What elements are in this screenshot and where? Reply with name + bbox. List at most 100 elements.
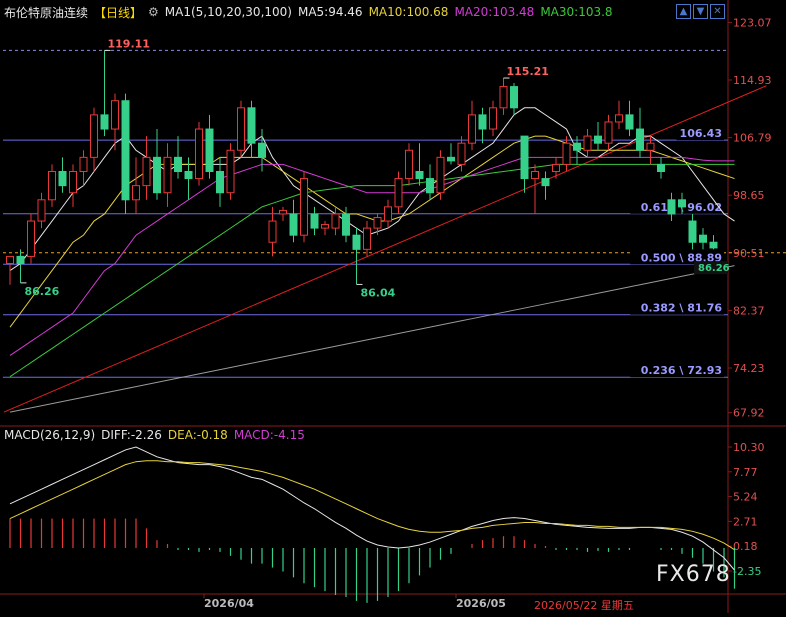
candle-body <box>16 255 25 264</box>
candle-body <box>205 128 214 172</box>
macd-settings-label[interactable]: MACD(26,12,9) <box>4 428 95 442</box>
candle <box>121 93 130 214</box>
close-icon[interactable]: ✕ <box>710 4 725 19</box>
y-tick-label: 106.79 <box>733 132 772 145</box>
macd-header: MACD(26,12,9) DIFF:-2.26 DEA:-0.18 MACD:… <box>4 428 311 442</box>
candle-body <box>279 209 287 215</box>
x-label-may: 2026/05 <box>456 597 506 610</box>
candle-body <box>100 114 109 130</box>
candle-body <box>6 255 14 264</box>
candle-body <box>604 121 613 144</box>
candle <box>195 121 203 186</box>
candle-body <box>132 185 140 201</box>
chart-stage[interactable]: 123.07 114.93 106.79 98.65 90.51 82.37 74.23 67… <box>0 0 786 613</box>
y-tick-label: 114.93 <box>733 74 772 87</box>
chart-canvas[interactable]: 123.07114.93106.7998.6590.5182.3774.2367… <box>0 0 786 613</box>
candle-body <box>394 178 403 208</box>
candle-body <box>58 170 67 187</box>
candle-body <box>174 156 182 172</box>
candle-body <box>636 128 644 151</box>
macd-y-tick-label: 10.30 <box>733 441 765 454</box>
candle-body <box>310 213 319 229</box>
macd-y-tick-label: 0.18 <box>733 540 758 553</box>
current-date-label: 2026/05/22 星期五 <box>534 599 634 612</box>
chevron-down-icon[interactable]: ▼ <box>693 4 708 19</box>
y-tick-label: 67.92 <box>733 407 765 420</box>
candle-body <box>657 163 665 172</box>
candle-body <box>499 86 508 109</box>
gear-icon[interactable]: ⚙ <box>148 5 159 19</box>
candle-body <box>237 107 245 151</box>
candle-body <box>436 156 445 194</box>
candle-body <box>478 114 487 130</box>
candle-body <box>447 156 455 162</box>
ma20-value: MA20:103.48 <box>454 5 535 19</box>
ma5-value: MA5:94.46 <box>297 5 363 19</box>
ma-settings-label[interactable]: MA1(5,10,20,30,100) <box>165 5 292 19</box>
candle-body <box>688 220 697 243</box>
candle-body <box>562 142 571 165</box>
candle-body <box>405 149 413 180</box>
candle-body <box>342 213 350 236</box>
candle-body <box>426 178 434 194</box>
candle-body <box>48 170 56 201</box>
candle-body <box>163 156 172 194</box>
candle-body <box>489 107 497 130</box>
y-tick-label: 123.07 <box>733 16 772 29</box>
macd-y-tick-label: 5.24 <box>733 491 758 504</box>
candle-body <box>415 170 424 180</box>
candle-body <box>594 135 602 144</box>
candle-body <box>226 149 235 194</box>
candle-body <box>216 170 224 194</box>
candle-body <box>79 156 88 172</box>
candle-body <box>331 213 340 229</box>
candle-body <box>384 206 392 222</box>
candle-body <box>321 224 329 229</box>
candle-body <box>699 234 707 243</box>
candle-body <box>121 100 130 201</box>
candle-body <box>37 199 46 222</box>
candle-body <box>615 114 623 123</box>
macd-diff-value: DIFF:-2.26 <box>101 428 162 442</box>
extreme-price-label: 115.21 <box>507 65 549 78</box>
price-tag: 86.26 <box>698 263 730 274</box>
ma30-value: MA30:103.8 <box>540 5 613 19</box>
candle-body <box>373 216 382 229</box>
chevron-up-icon[interactable]: ▲ <box>676 4 691 19</box>
candle-body <box>268 220 277 243</box>
watermark-logo: FX678 <box>656 562 731 587</box>
period-selector[interactable]: 【日线】 <box>94 4 142 21</box>
candle-body <box>531 170 539 180</box>
ma10-value: MA10:100.68 <box>368 5 449 19</box>
main-chart-header: 布伦特原油连续 【日线】 ⚙ MA1(5,10,20,30,100) MA5:9… <box>4 3 619 21</box>
candle <box>436 150 445 200</box>
candle <box>237 100 245 158</box>
candle-body <box>289 213 298 236</box>
candle-body <box>541 178 550 187</box>
candle-body <box>457 142 466 165</box>
candle-body <box>111 100 119 130</box>
candle-body <box>142 156 151 187</box>
candle-body <box>258 142 266 158</box>
extreme-price-label: 86.26 <box>25 285 60 298</box>
candle-body <box>583 135 592 151</box>
instrument-title: 布伦特原油连续 <box>4 5 89 20</box>
candle-body <box>625 114 634 130</box>
candle <box>300 171 308 243</box>
candle-body <box>573 142 581 151</box>
y-tick-label: 74.23 <box>733 362 765 375</box>
macd-y-tick-label: -2.35 <box>733 565 761 578</box>
candle-body <box>510 86 518 109</box>
candle-body <box>646 142 655 151</box>
candle-body <box>352 234 361 250</box>
fib-level-label: 106.43 <box>680 127 722 140</box>
y-tick-label: 82.37 <box>733 304 765 317</box>
candle-body <box>678 199 686 208</box>
extreme-price-label: 119.11 <box>108 37 150 50</box>
candle-body <box>195 128 203 180</box>
macd-y-tick-label: 7.77 <box>733 466 758 479</box>
macd-y-tick-label: 2.71 <box>733 515 758 528</box>
candle-body <box>709 241 718 249</box>
candle-body <box>27 220 35 257</box>
fib-level-label: 0.236 \ 72.93 <box>641 364 722 377</box>
